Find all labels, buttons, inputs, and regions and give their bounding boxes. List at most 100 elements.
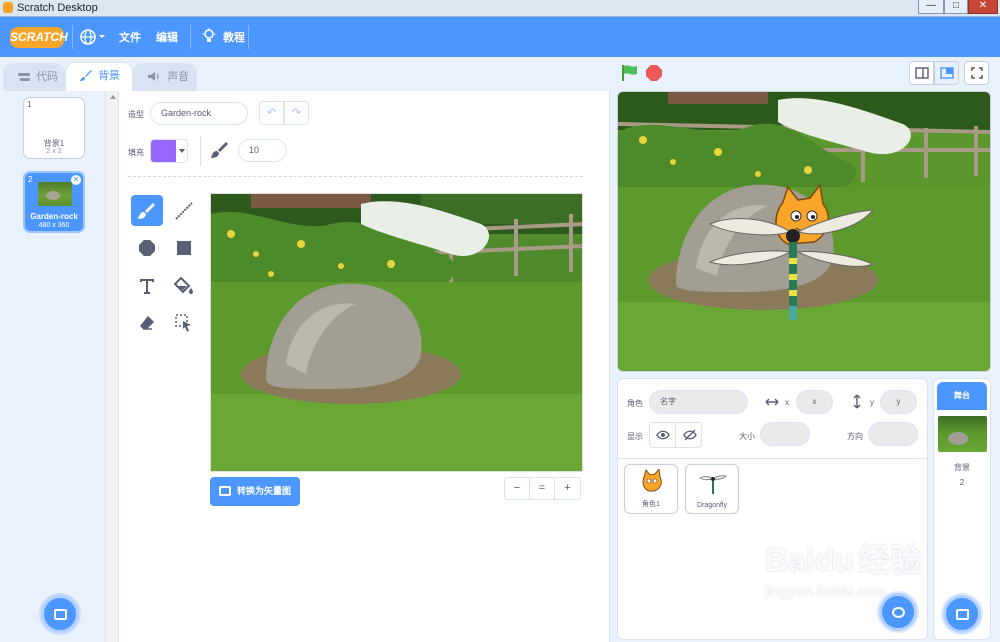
minimize-button[interactable]: — <box>918 0 944 14</box>
sprite-info-header: 角色 名字 x x y y 显示 大小 方向 <box>618 379 927 459</box>
garden-rock-backdrop-image <box>211 194 582 471</box>
size-label: 大小 <box>739 432 755 441</box>
sprite-name: Dragonfly <box>697 502 727 509</box>
fill-label: 填充 <box>128 148 144 157</box>
menu-tutorials[interactable]: 教程 <box>202 28 245 46</box>
stage-selector-header: 舞台 <box>937 382 987 410</box>
window-title: Scratch Desktop <box>17 2 98 14</box>
fill-color-picker[interactable] <box>150 139 188 163</box>
stage[interactable] <box>617 91 991 372</box>
maximize-button[interactable]: □ <box>944 0 968 14</box>
paint-bucket-icon <box>173 276 193 294</box>
watermark-cn: 经验 <box>857 542 922 578</box>
fill-color-swatch <box>151 140 176 162</box>
stop-sign-icon[interactable] <box>645 64 663 82</box>
direction-input[interactable] <box>868 422 918 446</box>
show-label: 显示 <box>627 432 643 441</box>
costume-name-label: 造型 <box>128 110 144 119</box>
choose-backdrop-button[interactable] <box>41 595 79 633</box>
costume-size: 480 x 360 <box>38 222 70 229</box>
hide-button[interactable] <box>677 423 703 447</box>
size-input[interactable] <box>760 422 810 446</box>
costume-name-input[interactable]: Garden-rock <box>150 102 248 125</box>
horizontal-arrows-icon <box>765 398 779 406</box>
vertical-arrows-icon <box>853 394 861 409</box>
costume-thumbnail <box>38 182 72 206</box>
dragonfly-thumbnail <box>699 475 727 494</box>
menu-file[interactable]: 文件 <box>119 29 141 45</box>
brush-tool[interactable] <box>131 195 163 226</box>
line-tool[interactable] <box>168 195 200 226</box>
sprite-name-input[interactable]: 名字 <box>649 390 748 414</box>
zoom-reset-button[interactable]: = <box>530 478 555 499</box>
small-stage-icon <box>914 67 929 79</box>
lightbulb-icon <box>202 28 216 42</box>
tab-backdrops-label: 背景 <box>98 70 121 82</box>
app-logo-icon <box>3 2 13 13</box>
window-titlebar: Scratch Desktop — □ ✕ <box>0 0 1000 17</box>
tab-backdrops[interactable]: 背景 <box>65 62 133 91</box>
tab-code[interactable]: 代码 <box>3 63 65 91</box>
convert-to-vector-button[interactable]: 转换为矢量图 <box>210 477 300 506</box>
sprite-tile-dragonfly[interactable]: Dragonfly <box>685 464 739 514</box>
stage-scene <box>618 92 990 371</box>
stage-backdrop-thumbnail <box>938 416 987 452</box>
zoom-in-button[interactable]: + <box>555 478 580 499</box>
baidu-watermark: Baidu 经验 jingyan.baidu.com <box>765 535 995 640</box>
sprite-tile-sprite1[interactable]: 角色1 <box>624 464 678 514</box>
text-tool[interactable] <box>131 270 163 301</box>
selection-cursor-icon <box>175 314 191 332</box>
costume-item-2[interactable]: 2 ✕ Garden-rock 480 x 360 <box>23 171 85 233</box>
line-icon <box>175 202 193 220</box>
fill-tool[interactable] <box>168 270 200 301</box>
delete-costume-button[interactable]: ✕ <box>71 175 81 185</box>
direction-label: 方向 <box>847 432 863 441</box>
costume-size: 2 x 2 <box>46 148 62 155</box>
costume-name: Garden-rock <box>30 212 78 221</box>
undo-button[interactable]: ↶ <box>259 101 284 125</box>
scratch-logo[interactable]: SCRATCH <box>10 27 68 48</box>
tab-sounds[interactable]: 声音 <box>133 63 197 91</box>
speaker-icon <box>148 72 159 81</box>
backdrops-count: 2 <box>959 478 965 487</box>
x-label: x <box>785 398 789 407</box>
circle-icon <box>139 240 155 256</box>
fullscreen-button[interactable] <box>964 61 989 85</box>
fullscreen-icon <box>970 67 983 79</box>
sprite-name: 角色1 <box>642 501 660 508</box>
brush-size-icon <box>211 142 228 158</box>
large-stage-button[interactable] <box>934 61 959 85</box>
menu-tutorials-label: 教程 <box>223 32 246 44</box>
y-input[interactable]: y <box>880 390 917 414</box>
costume-number: 2 <box>28 175 33 184</box>
menu-edit[interactable]: 编辑 <box>156 29 178 45</box>
menu-divider <box>72 25 73 49</box>
circle-tool[interactable] <box>131 232 163 263</box>
watermark-url: jingyan.baidu.com <box>765 583 886 600</box>
paint-canvas[interactable] <box>210 193 583 472</box>
menu-bar: SCRATCH 文件 编辑 教程 <box>0 17 1000 57</box>
image-icon <box>54 609 67 620</box>
language-menu-button[interactable] <box>80 28 106 46</box>
close-window-button[interactable]: ✕ <box>968 0 998 14</box>
green-flag-icon[interactable] <box>621 64 639 82</box>
costume-list-scrollbar[interactable] <box>106 91 119 642</box>
eraser-tool[interactable] <box>131 307 163 338</box>
watermark-brand: Baidu <box>765 542 854 578</box>
select-tool[interactable] <box>168 307 200 338</box>
small-stage-button[interactable] <box>909 61 934 85</box>
redo-button[interactable]: ↷ <box>284 101 309 125</box>
brush-icon <box>138 203 155 219</box>
cat-thumbnail <box>642 469 662 492</box>
code-blocks-icon <box>18 73 30 81</box>
rectangle-tool[interactable] <box>168 232 200 263</box>
x-input[interactable]: x <box>796 390 833 414</box>
menu-divider <box>248 25 249 49</box>
costume-item-1[interactable]: 1 背景1 2 x 2 <box>23 97 85 159</box>
show-button[interactable] <box>650 423 676 447</box>
zoom-out-button[interactable]: − <box>505 478 530 499</box>
sprite-label: 角色 <box>627 399 643 408</box>
text-icon <box>140 279 154 294</box>
brush-size-input[interactable]: 10 <box>238 139 287 162</box>
eraser-icon <box>140 316 154 330</box>
